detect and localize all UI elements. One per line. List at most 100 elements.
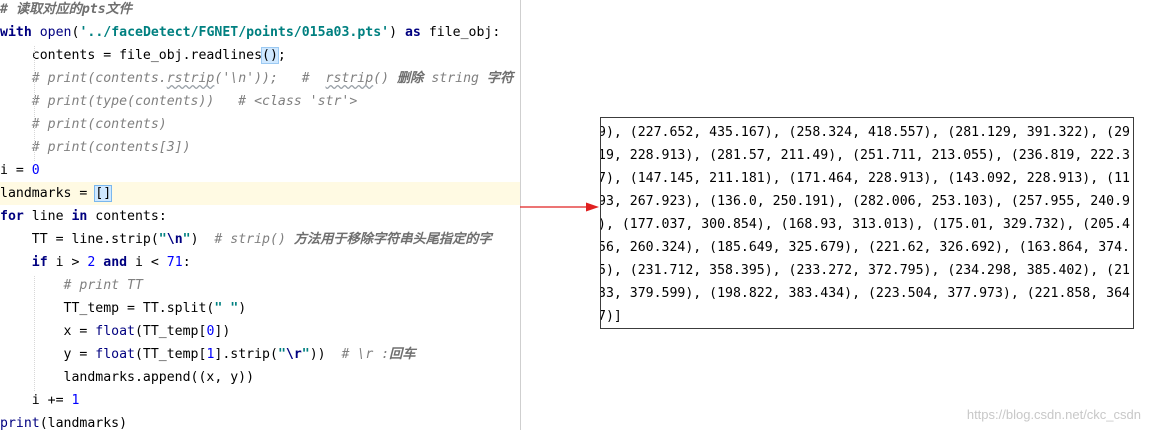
code-token: landmarks =	[0, 186, 96, 201]
code-token: ])	[214, 324, 231, 339]
red-arrow-icon	[520, 202, 599, 212]
code-line[interactable]: landmarks.append((x, y))	[0, 366, 520, 389]
code-line[interactable]: if i > 2 and i < 71:	[0, 251, 520, 274]
code-token: (landmarks)	[39, 416, 128, 430]
code-token: " "	[214, 301, 239, 316]
code-token: ].strip(	[214, 347, 278, 362]
code-token: # print(contents[3])	[0, 140, 191, 155]
code-token: 1	[71, 393, 80, 408]
code-token: i >	[47, 255, 88, 270]
code-line[interactable]: x = float(TT_temp[0])	[0, 320, 520, 343]
code-token: ()	[261, 47, 279, 64]
code-token: 71	[166, 255, 183, 270]
code-token: ;	[277, 48, 286, 63]
code-token: float	[95, 347, 135, 362]
code-token: # \r :	[341, 347, 390, 362]
code-token: )	[190, 232, 215, 247]
code-token: 方法用于移除字符串头尾指定的字	[293, 232, 492, 247]
code-token: "	[301, 347, 310, 362]
code-token: i <	[127, 255, 167, 270]
code-token: i =	[0, 163, 32, 178]
code-token: TT = line.strip(	[0, 232, 159, 247]
code-line[interactable]: # print TT	[0, 274, 520, 297]
output-line: 93, 267.923), (136.0, 250.191), (282.006…	[600, 194, 1130, 209]
code-token: for	[0, 209, 24, 224]
code-token: ()	[373, 71, 397, 86]
code-token: contents = file_obj.readlines	[0, 48, 263, 63]
code-line[interactable]: TT = line.strip("\n") # strip() 方法用于移除字符…	[0, 228, 520, 251]
code-token: ))	[309, 347, 342, 362]
indent-guide	[34, 276, 35, 391]
code-line[interactable]: for line in contents:	[0, 205, 520, 228]
code-line[interactable]: # print(type(contents)) # <class 'str'>	[0, 90, 520, 113]
output-line: 9), (227.652, 435.167), (258.324, 418.55…	[600, 125, 1130, 140]
code-token: (TT_temp[	[134, 324, 207, 339]
code-token: with	[0, 25, 32, 40]
code-token: :	[182, 255, 191, 270]
code-token: and	[103, 255, 128, 270]
code-token: # print TT	[0, 278, 143, 293]
code-token: 0	[31, 163, 40, 178]
indent-guide	[34, 46, 35, 161]
code-token: string	[423, 71, 487, 86]
output-line: 19, 228.913), (281.57, 211.49), (251.711…	[600, 148, 1130, 163]
code-token: )	[389, 25, 405, 40]
code-token: # 读取对应的pts文件	[0, 2, 133, 17]
code-token: 回车	[389, 347, 416, 362]
code-token: as	[404, 25, 421, 40]
code-line[interactable]: y = float(TT_temp[1].strip("\r")) # \r :…	[0, 343, 520, 366]
output-line: 56, 260.324), (185.649, 325.679), (221.6…	[600, 240, 1130, 255]
code-line[interactable]: i += 1	[0, 389, 520, 412]
code-line[interactable]: with open('../faceDetect/FGNET/points/01…	[0, 21, 520, 44]
watermark: https://blog.csdn.net/ckc_csdn	[966, 407, 1141, 422]
code-token: # print(type(contents)) # <class 'str'>	[0, 94, 358, 109]
code-token: \r	[285, 347, 302, 362]
code-token: in	[71, 209, 88, 224]
code-line[interactable]: print(landmarks)	[0, 412, 520, 430]
code-token: 删除	[397, 71, 424, 86]
code-token: if	[31, 255, 48, 270]
code-token: file_obj:	[420, 25, 501, 40]
code-token: rstrip	[166, 71, 215, 86]
code-line[interactable]: landmarks = []	[0, 182, 520, 205]
code-token: rstrip	[325, 71, 374, 86]
code-line[interactable]: # print(contents[3])	[0, 136, 520, 159]
code-token: # print(contents.	[0, 71, 167, 86]
code-token: landmarks.append((x, y))	[0, 370, 255, 385]
output-line: 5), (231.712, 358.395), (233.272, 372.79…	[600, 263, 1130, 278]
code-token: 字符	[486, 71, 514, 86]
output-line: 33, 379.599), (198.822, 383.434), (223.5…	[600, 286, 1130, 301]
code-token: "	[158, 232, 167, 247]
code-token: i +=	[0, 393, 72, 408]
code-token: line	[23, 209, 72, 224]
code-line[interactable]: # 读取对应的pts文件	[0, 0, 520, 21]
code-token: ('\n')); #	[214, 71, 326, 86]
code-token: (TT_temp[	[134, 347, 207, 362]
code-line[interactable]: contents = file_obj.readlines();	[0, 44, 520, 67]
output-line: 7), (147.145, 211.181), (171.464, 228.91…	[600, 171, 1130, 186]
code-line[interactable]: # print(contents.rstrip('\n')); # rstrip…	[0, 67, 520, 90]
code-token: TT_temp = TT.split(	[0, 301, 215, 316]
console-output-panel: 9), (227.652, 435.167), (258.324, 418.55…	[600, 117, 1134, 329]
code-token: "	[182, 232, 191, 247]
code-token: '../faceDetect/FGNET/points/015a03.pts'	[79, 25, 390, 40]
code-line[interactable]: i = 0	[0, 159, 520, 182]
code-line[interactable]: # print(contents)	[0, 113, 520, 136]
code-line[interactable]: TT_temp = TT.split(" ")	[0, 297, 520, 320]
output-line: ), (177.037, 300.854), (168.93, 313.013)…	[600, 217, 1130, 232]
code-token: y =	[0, 347, 96, 362]
code-token: print	[0, 416, 40, 430]
code-token: float	[95, 324, 135, 339]
code-token: contents:	[87, 209, 167, 224]
code-token: \n	[166, 232, 183, 247]
code-token: )	[238, 301, 247, 316]
output-line: 7)]	[600, 309, 622, 324]
code-token: []	[94, 185, 113, 202]
code-token: # strip()	[214, 232, 294, 247]
code-token: open	[39, 25, 72, 40]
code-token: "	[277, 347, 286, 362]
code-editor[interactable]: # 读取对应的pts文件 with open('../faceDetect/FGN…	[0, 0, 521, 430]
code-token: x =	[0, 324, 96, 339]
